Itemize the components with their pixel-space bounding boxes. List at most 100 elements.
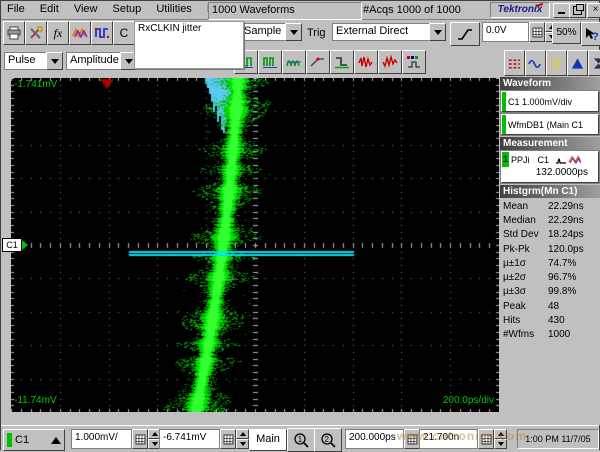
ramp-icon <box>310 55 326 69</box>
sine-measure-button[interactable] <box>282 50 306 74</box>
ramp-measure-button[interactable] <box>306 50 330 74</box>
measurement-category-select[interactable]: Pulse <box>4 52 63 70</box>
chevron-down-icon[interactable] <box>429 23 446 41</box>
c-icon: C <box>120 26 129 40</box>
tab-dots-display[interactable] <box>504 50 525 76</box>
measurement-type-select[interactable]: Amplitude <box>66 52 137 70</box>
bowtie-icon <box>591 56 600 71</box>
cursor-c-button[interactable]: C <box>113 21 135 45</box>
help-pointer-icon: ? <box>584 27 599 42</box>
chevron-down-icon[interactable] <box>46 52 63 70</box>
menu-bar: File Edit View Setup Utilities Help 1000… <box>1 1 599 20</box>
stat-row: µ±1σ74.7% <box>500 256 600 270</box>
chevron-up-icon <box>240 432 246 436</box>
pattern-measure-button[interactable] <box>402 50 426 74</box>
colored-wave-icon <box>72 26 88 40</box>
yellow-raster-icon <box>549 56 564 71</box>
channel-select-button[interactable]: C1 <box>3 429 65 451</box>
vertical-offset-control: -6.741mV <box>159 429 249 449</box>
tools-button[interactable] <box>25 21 47 45</box>
zoom2-button[interactable]: 2 <box>314 428 342 452</box>
horizontal-position-input[interactable]: 21.700n <box>419 429 478 449</box>
measurement-readout-button[interactable]: 1 PPJi C1 132.0000ps <box>501 151 599 183</box>
vertical-scale-input[interactable]: 1.000mV/ <box>71 429 132 449</box>
jitter-measure-button[interactable] <box>91 21 113 45</box>
menu-edit[interactable]: Edit <box>34 1 65 17</box>
zoom1-button[interactable]: 1 <box>287 428 315 452</box>
trigger-slope-button[interactable] <box>450 22 480 46</box>
keypad-icon <box>532 27 543 38</box>
keypad-icon <box>407 434 418 445</box>
tab-histogram-display[interactable] <box>567 50 588 76</box>
stat-row: Pk-Pk120.0ps <box>500 242 600 256</box>
pattern-icon <box>406 55 422 69</box>
horizontal-scale-input[interactable]: 200.000ps <box>345 429 404 449</box>
marker-arrow-icon <box>22 240 28 250</box>
horizontal-position-control: 21.700n <box>419 429 507 449</box>
graticule-area: -1.741mV -11.74mV 200.0ps/div <box>11 78 499 412</box>
close-button[interactable]: × <box>587 3 600 18</box>
chevron-down-icon <box>240 442 246 446</box>
vertical-scale-control: 1.000mV/ <box>71 429 161 449</box>
waveform-c1-button[interactable]: C1 1.000mV/div <box>501 91 599 112</box>
trigger-type-select[interactable]: External Direct <box>332 23 446 41</box>
tab-xy-display[interactable] <box>588 50 600 76</box>
fx-icon: fx <box>54 26 63 41</box>
menu-file[interactable]: File <box>1 1 31 17</box>
stat-row: Hits430 <box>500 313 600 327</box>
keypad-button[interactable] <box>220 429 236 449</box>
spin-up-button[interactable] <box>236 429 249 439</box>
menu-view[interactable]: View <box>68 1 104 17</box>
edge-measure-button[interactable] <box>330 50 354 74</box>
noise2-measure-button[interactable] <box>378 50 402 74</box>
spin-down-button[interactable] <box>494 439 507 449</box>
channel-position-marker[interactable]: C1 <box>2 238 28 252</box>
blue-sine-icon <box>528 56 543 71</box>
print-button[interactable] <box>3 21 25 45</box>
chevron-down-icon[interactable] <box>285 23 302 41</box>
tektronix-logo: Tektronix <box>490 2 550 18</box>
vertical-offset-input[interactable]: -6.741mV <box>159 429 220 449</box>
stat-row: Peak48 <box>500 299 600 313</box>
spin-down-button[interactable] <box>236 439 249 449</box>
minimize-button[interactable] <box>553 3 570 18</box>
menu-utilities[interactable]: Utilities <box>150 1 197 17</box>
waveform-style-button[interactable] <box>69 21 91 45</box>
rising-edge-icon <box>457 27 473 41</box>
help-pointer-button[interactable]: ? <box>581 22 600 46</box>
keypad-button[interactable] <box>404 429 420 449</box>
close-icon: × <box>593 4 599 15</box>
menu-setup[interactable]: Setup <box>107 1 148 17</box>
minimize-icon <box>558 12 565 14</box>
readout-sidebar: Waveform C1 1.000mV/div WfmDB1 (Main C1 … <box>500 76 600 425</box>
magnifier-2-icon: 2 <box>320 432 337 449</box>
tooltip: RxCLKIN jitter <box>134 21 244 69</box>
tab-vector-display[interactable] <box>525 50 546 76</box>
acquisition-mode-select[interactable]: Sample <box>240 23 302 41</box>
restore-icon <box>573 6 582 15</box>
toolbar-main: fx C <box>3 21 135 45</box>
keypad-button[interactable] <box>132 429 148 449</box>
pulse-train-measure-button[interactable] <box>258 50 282 74</box>
formula-button[interactable]: fx <box>47 21 69 45</box>
waveform-display <box>11 78 499 412</box>
keypad-button[interactable] <box>529 22 545 42</box>
svg-text:2: 2 <box>324 435 329 444</box>
noise-measure-button[interactable] <box>354 50 378 74</box>
channel-label: C1 <box>15 434 29 446</box>
measurement-number-badge: 1 <box>502 152 509 167</box>
set-50-percent-button[interactable]: 50% <box>552 22 581 44</box>
channel-color-indicator <box>7 433 12 447</box>
chevron-down-icon <box>498 442 504 446</box>
keypad-icon <box>135 434 146 445</box>
trig-label: Trig <box>307 27 326 39</box>
keypad-button[interactable] <box>478 429 494 449</box>
spin-up-button[interactable] <box>494 429 507 439</box>
red-burst-icon <box>358 55 374 69</box>
waveform-db1-button[interactable]: WfmDB1 (Main C1 <box>501 114 599 135</box>
display-style-tabs <box>504 50 600 76</box>
tab-raster-display[interactable] <box>546 50 567 76</box>
restore-button[interactable] <box>569 3 586 18</box>
trigger-level-input[interactable]: 0.0V <box>482 22 529 42</box>
timebase-main-button[interactable]: Main <box>249 429 287 451</box>
